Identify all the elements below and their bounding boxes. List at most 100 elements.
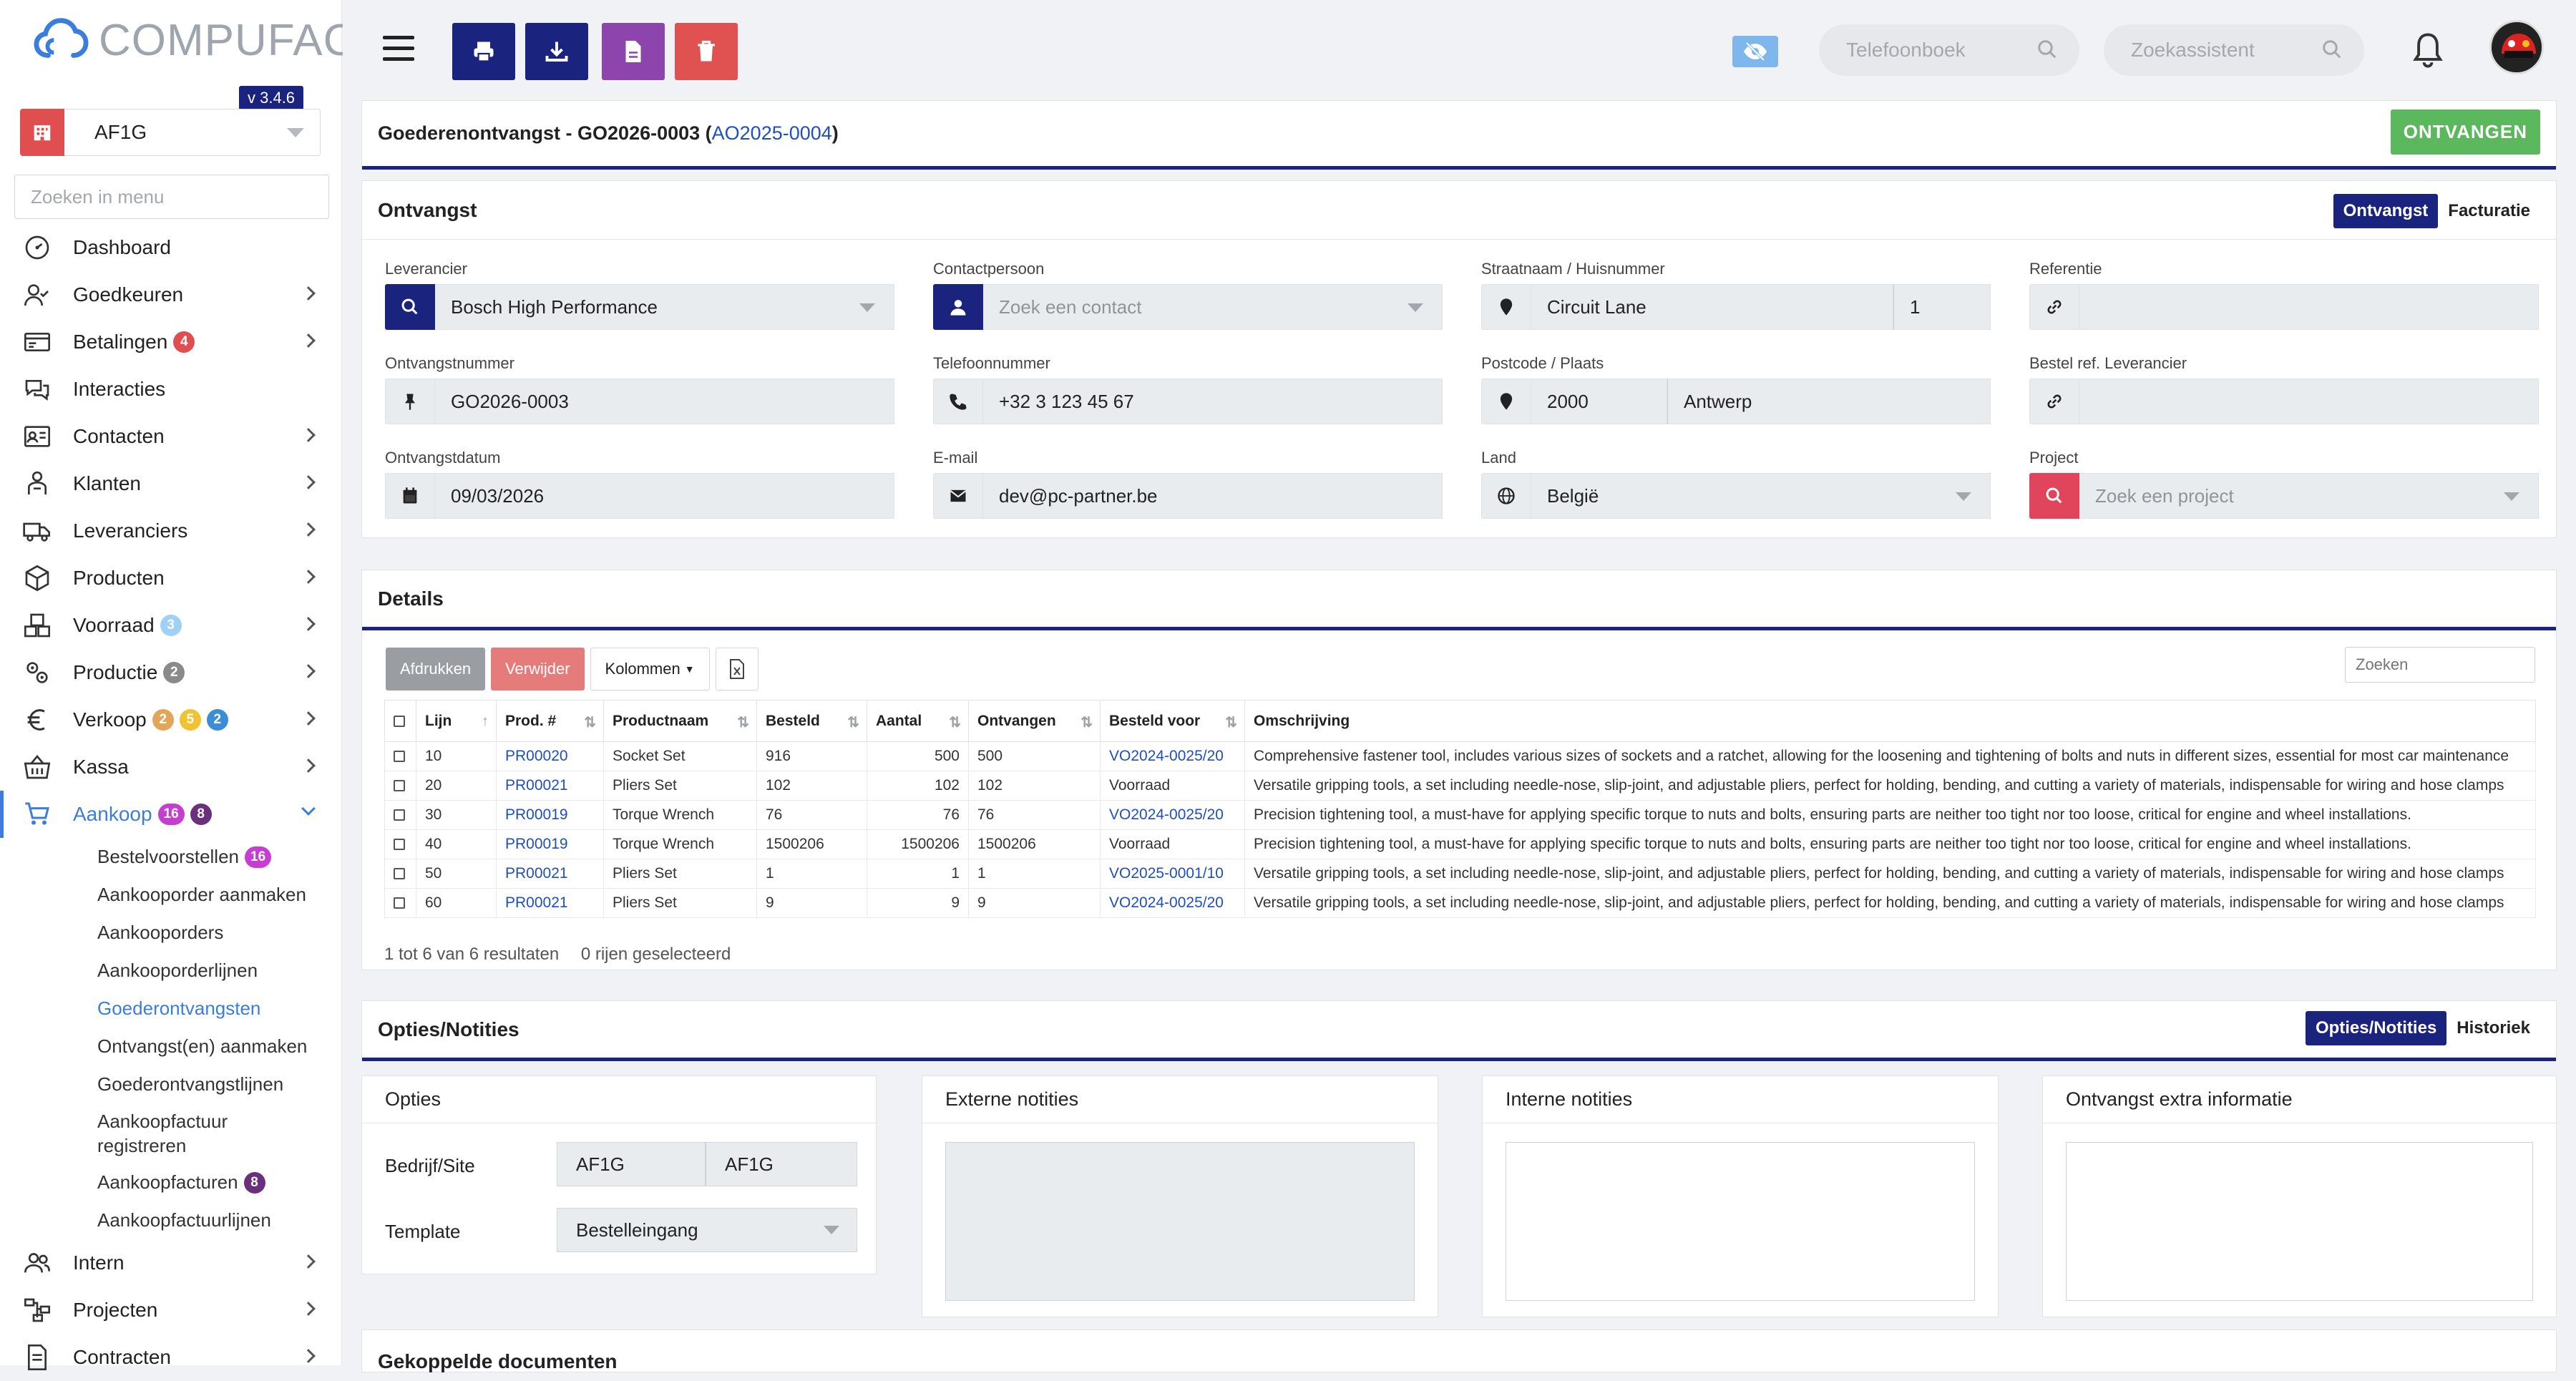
column-header[interactable]: Aantal ⇅ bbox=[867, 700, 969, 742]
table-row[interactable]: 10 PR00020 Socket Set 916 500 500 VO2024-0025/… bbox=[384, 741, 2536, 771]
sidebar-item-producten[interactable]: Producten bbox=[0, 555, 342, 602]
straat-input[interactable]: Circuit Lane bbox=[1531, 284, 1893, 330]
table-row[interactable]: 20 PR00021 Pliers Set 102 102 102 Voorraad Vers… bbox=[384, 771, 2536, 801]
externe-notities-textarea[interactable] bbox=[945, 1142, 1415, 1301]
sidebar-subitem[interactable]: Aankooporderlijnen bbox=[0, 952, 342, 990]
column-header[interactable]: Besteld ⇅ bbox=[756, 700, 867, 742]
extra-informatie-textarea[interactable] bbox=[2066, 1142, 2533, 1301]
referentie-input[interactable] bbox=[2079, 284, 2539, 330]
bestelref-input[interactable] bbox=[2079, 379, 2539, 424]
sidebar-item-productie[interactable]: Productie 2 bbox=[0, 649, 342, 696]
privacy-toggle-button[interactable] bbox=[1732, 36, 1778, 67]
bedrijf-select[interactable]: AF1G bbox=[557, 1142, 706, 1186]
assistant-search[interactable]: Zoekassistent bbox=[2104, 24, 2364, 76]
table-cell[interactable]: PR00021 bbox=[496, 888, 604, 918]
huisnummer-input[interactable]: 1 bbox=[1893, 284, 1991, 330]
sidebar-subitem[interactable]: Aankooporder aanmaken bbox=[0, 876, 342, 914]
download-button[interactable] bbox=[525, 23, 588, 80]
row-checkbox[interactable] bbox=[384, 829, 416, 859]
menu-search-input[interactable] bbox=[14, 175, 329, 219]
columns-button[interactable]: Kolommen ▼ bbox=[590, 648, 710, 690]
table-row[interactable]: 50 PR00021 Pliers Set 1 1 1 VO2025-0001/10 Vers… bbox=[384, 859, 2536, 889]
sidebar-subitem[interactable]: Aankoopfacturen 8 bbox=[0, 1163, 342, 1201]
select-all-checkbox[interactable] bbox=[384, 700, 416, 742]
column-header[interactable]: Omschrijving bbox=[1244, 700, 2536, 742]
delete-lines-button[interactable]: Verwijder bbox=[491, 648, 585, 690]
table-cell[interactable]: VO2024-0025/20 bbox=[1100, 888, 1245, 918]
tab-opties-notities[interactable]: Opties/Notities bbox=[2305, 1011, 2447, 1045]
sidebar-item-klanten[interactable]: Klanten bbox=[0, 460, 342, 507]
table-cell[interactable]: PR00019 bbox=[496, 800, 604, 830]
sidebar-subitem[interactable]: Aankooporders bbox=[0, 914, 342, 952]
sidebar-item-projecten[interactable]: Projecten bbox=[0, 1287, 342, 1334]
receive-button[interactable]: ONTVANGEN bbox=[2390, 109, 2540, 155]
row-checkbox[interactable] bbox=[384, 741, 416, 771]
sidebar-item-leveranciers[interactable]: Leveranciers bbox=[0, 507, 342, 555]
column-header[interactable]: Productnaam ⇅ bbox=[603, 700, 757, 742]
sidebar-item-intern[interactable]: Intern bbox=[0, 1239, 342, 1287]
sidebar-subitem[interactable]: Ontvangst(en) aanmaken bbox=[0, 1028, 342, 1065]
sidebar-item-interacties[interactable]: Interacties bbox=[0, 366, 342, 413]
document-button[interactable] bbox=[602, 23, 665, 80]
table-row[interactable]: 40 PR00019 Torque Wrench 1500206 1500206 1500… bbox=[384, 829, 2536, 859]
column-header[interactable]: Lijn ↑ bbox=[416, 700, 497, 742]
email-input[interactable]: dev@pc-partner.be bbox=[983, 473, 1443, 519]
sidebar-item-goedkeuren[interactable]: Goedkeuren bbox=[0, 271, 342, 318]
sidebar-item-contracten[interactable]: Contracten bbox=[0, 1334, 342, 1381]
leverancier-select[interactable]: Bosch High Performance bbox=[435, 284, 894, 330]
user-icon[interactable] bbox=[933, 284, 983, 330]
project-select[interactable]: Zoek een project bbox=[2079, 473, 2539, 519]
sidebar-item-aankoop[interactable]: Aankoop 16 8 bbox=[0, 791, 342, 838]
sidebar-item-voorraad[interactable]: Voorraad 3 bbox=[0, 602, 342, 649]
column-header[interactable]: Besteld voor ⇅ bbox=[1100, 700, 1245, 742]
plaats-input[interactable]: Antwerp bbox=[1667, 379, 1991, 424]
print-lines-button[interactable]: Afdrukken bbox=[386, 648, 486, 690]
delete-button[interactable] bbox=[675, 23, 738, 80]
hamburger-menu-icon[interactable] bbox=[383, 36, 414, 64]
order-link[interactable]: AO2025-0004 bbox=[712, 122, 832, 144]
ontvangstnummer-input[interactable]: GO2026-0003 bbox=[435, 379, 894, 424]
table-cell[interactable]: PR00021 bbox=[496, 771, 604, 801]
sidebar-subitem[interactable]: Aankoopfactuurlijnen bbox=[0, 1201, 342, 1239]
print-button[interactable] bbox=[452, 23, 515, 80]
sidebar-item-kassa[interactable]: Kassa bbox=[0, 743, 342, 791]
column-header[interactable]: Ontvangen ⇅ bbox=[968, 700, 1101, 742]
tab-ontvangst[interactable]: Ontvangst bbox=[2333, 194, 2439, 228]
table-row[interactable]: 60 PR00021 Pliers Set 9 9 9 VO2024-0025/20 Vers… bbox=[384, 888, 2536, 918]
sidebar-subitem[interactable]: Bestelvoorstellen 16 bbox=[0, 838, 342, 876]
table-cell[interactable]: VO2025-0001/10 bbox=[1100, 859, 1245, 889]
column-header[interactable]: Prod. # ⇅ bbox=[496, 700, 604, 742]
details-search-input[interactable] bbox=[2345, 647, 2535, 683]
table-cell[interactable]: PR00019 bbox=[496, 829, 604, 859]
excel-export-button[interactable] bbox=[715, 648, 758, 690]
sidebar-subitem[interactable]: Aankoopfactuur registreren bbox=[0, 1103, 342, 1163]
telefoon-input[interactable]: +32 3 123 45 67 bbox=[983, 379, 1443, 424]
land-select[interactable]: België bbox=[1531, 473, 1991, 519]
phonebook-search[interactable]: Telefoonboek bbox=[1819, 24, 2079, 76]
interne-notities-textarea[interactable] bbox=[1506, 1142, 1975, 1301]
sidebar-item-betalingen[interactable]: Betalingen 4 bbox=[0, 318, 342, 366]
template-select[interactable]: Bestelleingang bbox=[557, 1208, 857, 1252]
tab-facturatie[interactable]: Facturatie bbox=[2438, 194, 2540, 228]
row-checkbox[interactable] bbox=[384, 888, 416, 918]
search-icon[interactable] bbox=[385, 284, 435, 330]
datum-input[interactable]: 09/03/2026 bbox=[435, 473, 894, 519]
company-select[interactable]: AF1G bbox=[20, 109, 321, 156]
brand-logo[interactable]: COMPUFACT bbox=[33, 11, 384, 69]
row-checkbox[interactable] bbox=[384, 771, 416, 801]
row-checkbox[interactable] bbox=[384, 859, 416, 889]
table-cell[interactable]: PR00021 bbox=[496, 859, 604, 889]
sidebar-item-verkoop[interactable]: Verkoop 2 5 2 bbox=[0, 696, 342, 743]
site-select[interactable]: AF1G bbox=[706, 1142, 857, 1186]
bell-icon[interactable] bbox=[2409, 30, 2446, 70]
sidebar-item-contacten[interactable]: Contacten bbox=[0, 413, 342, 460]
tab-historiek[interactable]: Historiek bbox=[2446, 1011, 2540, 1045]
row-checkbox[interactable] bbox=[384, 800, 416, 830]
user-avatar[interactable] bbox=[2489, 20, 2544, 74]
search-icon[interactable] bbox=[2029, 473, 2079, 519]
table-cell[interactable]: PR00020 bbox=[496, 741, 604, 771]
table-cell[interactable]: VO2024-0025/20 bbox=[1100, 741, 1245, 771]
contact-select[interactable]: Zoek een contact bbox=[983, 284, 1443, 330]
table-row[interactable]: 30 PR00019 Torque Wrench 76 76 76 VO2024-0025/… bbox=[384, 800, 2536, 830]
sidebar-subitem[interactable]: Goederontvangstlijnen bbox=[0, 1065, 342, 1103]
